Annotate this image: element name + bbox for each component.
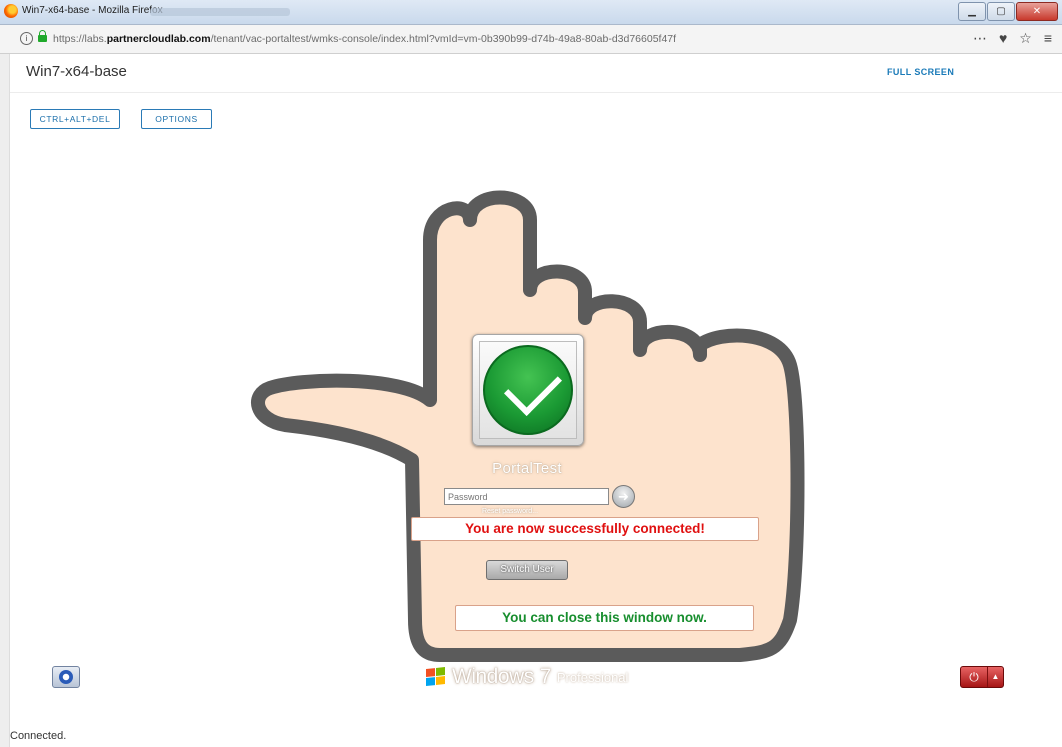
reset-password-link[interactable]: Reset password... bbox=[482, 508, 538, 515]
close-window-message: You can close this window now. bbox=[455, 605, 754, 631]
windows-flag-icon bbox=[426, 667, 446, 687]
shutdown-options-arrow-icon[interactable]: ▲ bbox=[987, 667, 1003, 687]
user-avatar-tile bbox=[472, 334, 584, 446]
power-icon[interactable]: ⏻ bbox=[961, 667, 987, 687]
username-label: PortalTest bbox=[492, 460, 562, 477]
connection-status: Connected. bbox=[10, 730, 67, 742]
shutdown-button[interactable]: ⏻ ▲ bbox=[960, 666, 1004, 688]
windows-7-branding: Windows 7 Professional bbox=[426, 665, 629, 688]
os-version: 7 bbox=[539, 665, 552, 688]
switch-user-button[interactable]: Switch User bbox=[486, 560, 568, 580]
connected-message: You are now successfully connected! bbox=[411, 517, 759, 541]
avatar-picture bbox=[479, 341, 577, 439]
os-brand-name: Windows bbox=[452, 665, 534, 688]
os-edition: Professional bbox=[556, 669, 629, 685]
ease-of-access-button[interactable] bbox=[52, 666, 80, 688]
green-check-icon bbox=[483, 345, 573, 435]
checkmark-glyph bbox=[504, 358, 562, 416]
password-field[interactable] bbox=[444, 488, 609, 505]
ease-of-access-icon bbox=[59, 670, 73, 684]
submit-arrow-button[interactable]: ➜ bbox=[612, 485, 635, 508]
